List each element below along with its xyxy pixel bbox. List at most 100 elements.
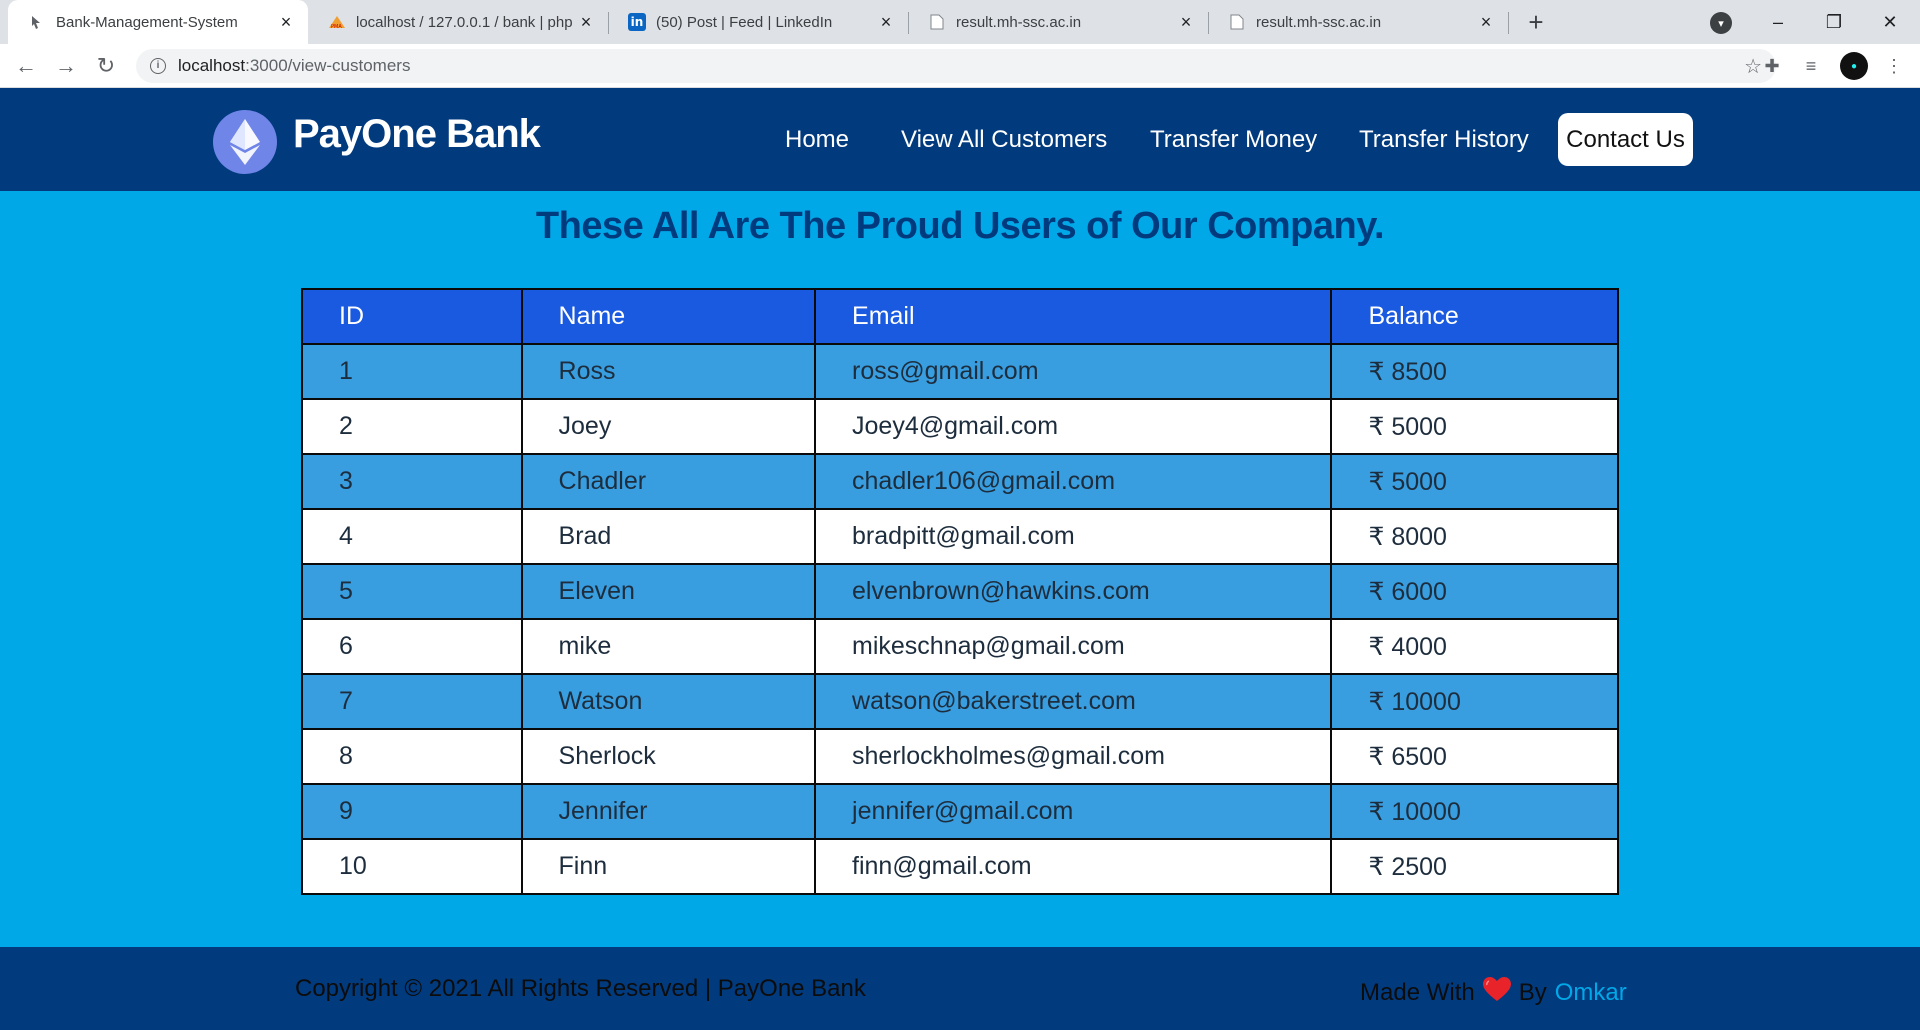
cell-id: 6 [301,618,523,675]
cell-name: Joey [520,398,817,455]
cell-email: finn@gmail.com [814,838,1333,895]
site-info-icon[interactable]: i [150,58,166,74]
column-header-email: Email [814,288,1333,345]
tab-title: result.mh-ssc.ac.in [1256,13,1382,31]
cell-name: Eleven [520,563,817,620]
nav-transfer-money[interactable]: Transfer Money [1150,126,1317,154]
table-row: 2 Joey Joey4@gmail.com ₹ 5000 [301,398,1619,455]
cell-name: Ross [520,343,817,400]
tab-bank-management[interactable]: Bank-Management-System × [8,0,308,44]
cell-name: Jennifer [520,783,817,840]
menu-kebab-icon[interactable]: ⋮ [1880,52,1908,80]
cell-balance: ₹ 4000 [1330,618,1619,675]
close-tab-icon[interactable]: × [1476,12,1496,32]
tab-result-2[interactable]: result.mh-ssc.ac.in × [1208,0,1508,44]
close-tab-icon[interactable]: × [276,12,296,32]
heart-icon [1482,977,1511,1009]
minimize-icon[interactable]: – [1750,0,1806,44]
cell-id: 4 [301,508,523,565]
table-row: 10 Finn finn@gmail.com ₹ 2500 [301,838,1619,895]
table-row: 1 Ross ross@gmail.com ₹ 8500 [301,343,1619,400]
linkedin-favicon-icon: in [628,13,646,31]
cell-id: 2 [301,398,523,455]
ethereum-logo-icon[interactable] [213,110,277,174]
author-link[interactable]: Omkar [1555,979,1627,1007]
cell-balance: ₹ 6000 [1330,563,1619,620]
new-tab-icon[interactable]: + [1520,6,1552,38]
made-with-credit: Made With By Omkar [1360,977,1627,1009]
contact-us-button[interactable]: Contact Us [1558,113,1693,166]
address-bar[interactable]: i localhost:3000/view-customers ☆ [136,49,1776,83]
cell-balance: ₹ 2500 [1330,838,1619,895]
close-tab-icon[interactable]: × [1176,12,1196,32]
table-row: 7 Watson watson@bakerstreet.com ₹ 10000 [301,673,1619,730]
restore-icon[interactable]: ❐ [1806,0,1862,44]
extensions-icon[interactable]: ✚ [1758,52,1786,80]
column-header-balance: Balance [1330,288,1619,345]
column-header-id: ID [301,288,523,345]
table-header-row: ID Name Email Balance [301,288,1619,345]
cell-balance: ₹ 5000 [1330,398,1619,455]
page-title: These All Are The Proud Users of Our Com… [535,205,1385,247]
table-row: 5 Eleven elvenbrown@hawkins.com ₹ 6000 [301,563,1619,620]
tab-title: Bank-Management-System [56,13,238,31]
site-header: PayOne Bank Home View All Customers Tran… [0,88,1920,191]
cell-id: 1 [301,343,523,400]
tab-search-icon[interactable]: ▾ [1710,12,1732,34]
media-control-icon[interactable]: ≡ [1797,52,1825,80]
cell-email: Joey4@gmail.com [814,398,1333,455]
tab-title: localhost / 127.0.0.1 / bank | php [356,13,573,31]
cell-email: jennifer@gmail.com [814,783,1333,840]
svg-text:PMA: PMA [331,24,342,30]
cell-name: Brad [520,508,817,565]
nav-transfer-history[interactable]: Transfer History [1359,126,1529,154]
site-footer: Copyright © 2021 All Rights Reserved | P… [0,947,1920,1030]
browser-toolbar: ← → ↻ i localhost:3000/view-customers ☆ … [0,44,1920,88]
forward-icon[interactable]: → [52,52,80,80]
cell-id: 7 [301,673,523,730]
column-header-name: Name [520,288,817,345]
cell-name: Chadler [520,453,817,510]
cell-name: mike [520,618,817,675]
cell-name: Finn [520,838,817,895]
cell-email: ross@gmail.com [814,343,1333,400]
cell-email: mikeschnap@gmail.com [814,618,1333,675]
cell-balance: ₹ 8000 [1330,508,1619,565]
table-row: 4 Brad bradpitt@gmail.com ₹ 8000 [301,508,1619,565]
close-window-icon[interactable]: ✕ [1862,0,1918,44]
cell-balance: ₹ 5000 [1330,453,1619,510]
brand-name[interactable]: PayOne Bank [293,112,541,157]
cell-email: elvenbrown@hawkins.com [814,563,1333,620]
cell-id: 9 [301,783,523,840]
tab-phpmyadmin[interactable]: PMA localhost / 127.0.0.1 / bank | php × [308,0,608,44]
cell-email: chadler106@gmail.com [814,453,1333,510]
tab-linkedin[interactable]: in (50) Post | Feed | LinkedIn × [608,0,908,44]
tab-result-1[interactable]: result.mh-ssc.ac.in × [908,0,1208,44]
cell-id: 10 [301,838,523,895]
cell-name: Watson [520,673,817,730]
table-row: 8 Sherlock sherlockholmes@gmail.com ₹ 65… [301,728,1619,785]
table-row: 3 Chadler chadler106@gmail.com ₹ 5000 [301,453,1619,510]
back-icon[interactable]: ← [12,52,40,80]
close-tab-icon[interactable]: × [876,12,896,32]
cell-id: 5 [301,563,523,620]
table-row: 9 Jennifer jennifer@gmail.com ₹ 10000 [301,783,1619,840]
tab-title: result.mh-ssc.ac.in [956,13,1082,31]
document-favicon-icon [1228,13,1246,31]
cell-email: watson@bakerstreet.com [814,673,1333,730]
nav-view-all-customers[interactable]: View All Customers [901,126,1107,154]
cell-balance: ₹ 6500 [1330,728,1619,785]
close-tab-icon[interactable]: × [576,12,596,32]
browser-tab-bar: Bank-Management-System × PMA localhost /… [0,0,1920,44]
reload-icon[interactable]: ↻ [92,52,120,80]
profile-avatar[interactable]: ● [1840,52,1868,80]
phpmyadmin-favicon-icon: PMA [328,13,346,31]
nav-home[interactable]: Home [785,126,849,154]
tab-title: (50) Post | Feed | LinkedIn [656,13,833,31]
cell-balance: ₹ 8500 [1330,343,1619,400]
cell-email: bradpitt@gmail.com [814,508,1333,565]
cell-id: 8 [301,728,523,785]
customers-table: ID Name Email Balance 1 Ross ross@gmail.… [301,288,1619,895]
cell-balance: ₹ 10000 [1330,673,1619,730]
url-text: localhost:3000/view-customers [178,56,411,75]
